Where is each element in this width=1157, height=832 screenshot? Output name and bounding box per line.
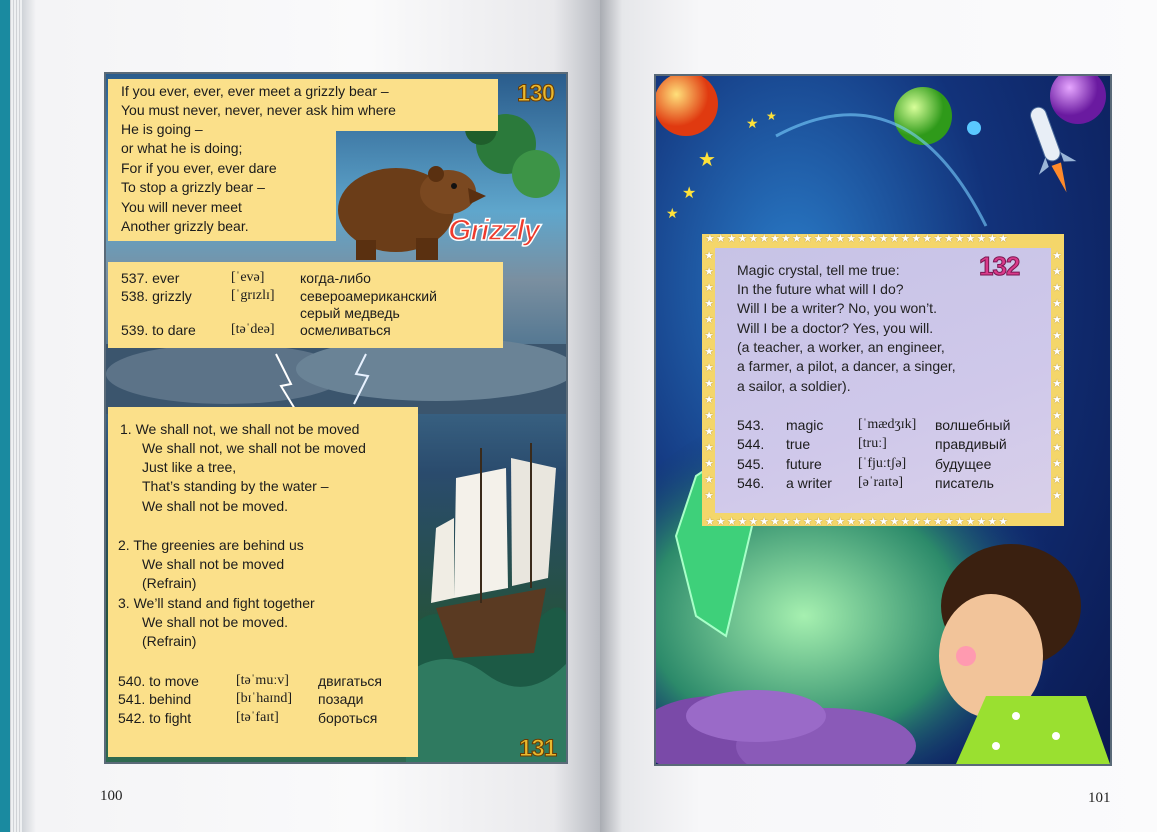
vocab-translation: осмеливаться <box>300 322 391 338</box>
svg-text:★: ★ <box>746 116 759 132</box>
song-131-line: We shall not be moved. <box>142 614 289 630</box>
star-border-left: ★ ★ ★ ★ ★ ★ ★ ★ ★ ★ ★ ★ ★ ★ ★ ★ <box>704 250 714 502</box>
vocab-number: 544. <box>737 436 765 452</box>
svg-text:★: ★ <box>666 206 679 222</box>
vocab-ipa: [təˈdeə] <box>231 322 275 337</box>
star-border-bottom: ★★★★★★★★★★★★★★★★★★★★★★★★★★★★ <box>705 516 1010 528</box>
poem-132-line: Will I be a doctor? Yes, you will. <box>737 320 934 336</box>
vocab-ipa: [ˈmædʒɪk] <box>858 417 917 432</box>
vocab-number: 545. <box>737 456 765 472</box>
vocab-translation: правдивый <box>935 436 1007 452</box>
vocab-translation: двигаться <box>318 673 382 689</box>
svg-text:★: ★ <box>766 109 777 123</box>
vocab-word: 542. to fight <box>118 710 192 726</box>
star-border-right: ★ ★ ★ ★ ★ ★ ★ ★ ★ ★ ★ ★ ★ ★ ★ ★ <box>1052 250 1062 502</box>
song-131-line: (Refrain) <box>142 575 197 591</box>
song-131-line: 2. The greenies are behind us <box>118 537 304 553</box>
poem-130-line: For if you ever, ever dare <box>121 160 277 176</box>
vocab-translation: серый медведь <box>300 305 400 321</box>
page-number-left: 100 <box>100 788 123 804</box>
vocab-ipa: [bɪˈhaɪnd] <box>236 691 292 706</box>
vocab-word: 539. to dare <box>121 322 196 338</box>
vocab-word: 540. to move <box>118 673 199 689</box>
song-131-line: That’s standing by the water – <box>142 478 329 494</box>
vocab-word: a writer <box>786 475 832 491</box>
poem-130-line: If you ever, ever, ever meet a grizzly b… <box>121 83 389 99</box>
vocab-translation: позади <box>318 691 364 707</box>
vocab-word: magic <box>786 417 824 433</box>
vocab-translation: писатель <box>935 475 994 491</box>
poem-132-line: a farmer, a pilot, a dancer, a singer, <box>737 358 956 374</box>
poem-130-line: You will never meet <box>121 199 242 215</box>
poem-132-line: Magic crystal, tell me true: <box>737 262 900 278</box>
vocab-word: future <box>786 456 822 472</box>
poem-130-line: He is going – <box>121 121 203 137</box>
vocab-ipa: [ˈgrɪzlɪ] <box>231 288 275 303</box>
song-131-line: 3. We’ll stand and fight together <box>118 595 315 611</box>
song-131-line: 1. We shall not, we shall not be moved <box>120 421 360 437</box>
exercise-number-130: 130 <box>516 80 555 108</box>
exercise-number-131: 131 <box>518 735 557 763</box>
vocab-word: 537. ever <box>121 270 180 286</box>
vocab-ipa: [ˈevə] <box>231 270 265 285</box>
vocab-translation: североамериканский <box>300 288 437 304</box>
song-131-line: Just like a tree, <box>142 459 237 475</box>
vocab-ipa: [truː] <box>858 436 887 451</box>
vocab-ipa: [təˈmuːv] <box>236 673 289 688</box>
vocab-ipa: [təˈfaɪt] <box>236 710 279 725</box>
star-border-top: ★★★★★★★★★★★★★★★★★★★★★★★★★★★★ <box>705 233 1010 245</box>
vocab-word: 538. grizzly <box>121 288 192 304</box>
vocab-translation: когда-либо <box>300 270 371 286</box>
poem-132-line: a sailor, a soldier). <box>737 378 851 394</box>
sailing-ship-illustration <box>431 443 556 658</box>
vocab-translation: бороться <box>318 710 378 726</box>
vocab-word: true <box>786 436 811 452</box>
poem-132-line: (a teacher, a worker, an engineer, <box>737 339 945 355</box>
svg-text:★: ★ <box>682 183 696 202</box>
svg-text:★: ★ <box>698 147 716 171</box>
song-131-line: We shall not be moved. <box>142 498 289 514</box>
song-131-line: We shall not be moved <box>142 556 285 572</box>
poem-130-line: or what he is doing; <box>121 140 243 156</box>
poem-132-line: In the future what will I do? <box>737 281 904 297</box>
poem-130-line: You must never, never, never ask him whe… <box>121 102 396 118</box>
vocab-ipa: [ˈfjuːtʃə] <box>858 456 907 471</box>
exercise-number-132: 132 <box>978 251 1020 282</box>
grizzly-label: Grizzly <box>447 213 541 248</box>
song-131-line: (Refrain) <box>142 633 197 649</box>
song-131-line: We shall not, we shall not be moved <box>142 440 366 456</box>
poem-130-line: Another grizzly bear. <box>121 218 249 234</box>
vocab-ipa: [əˈraɪtə] <box>858 475 904 490</box>
vocab-translation: волшебный <box>935 417 1011 433</box>
vocab-word: 541. behind <box>118 691 192 707</box>
vocab-number: 546. <box>737 475 765 491</box>
vocab-translation: будущее <box>935 456 992 472</box>
poem-130-line: To stop a grizzly bear – <box>121 179 265 195</box>
poem-132-line: Will I be a writer? No, you won’t. <box>737 300 937 316</box>
page-number-right: 101 <box>1088 790 1111 806</box>
vocab-number: 543. <box>737 417 765 433</box>
